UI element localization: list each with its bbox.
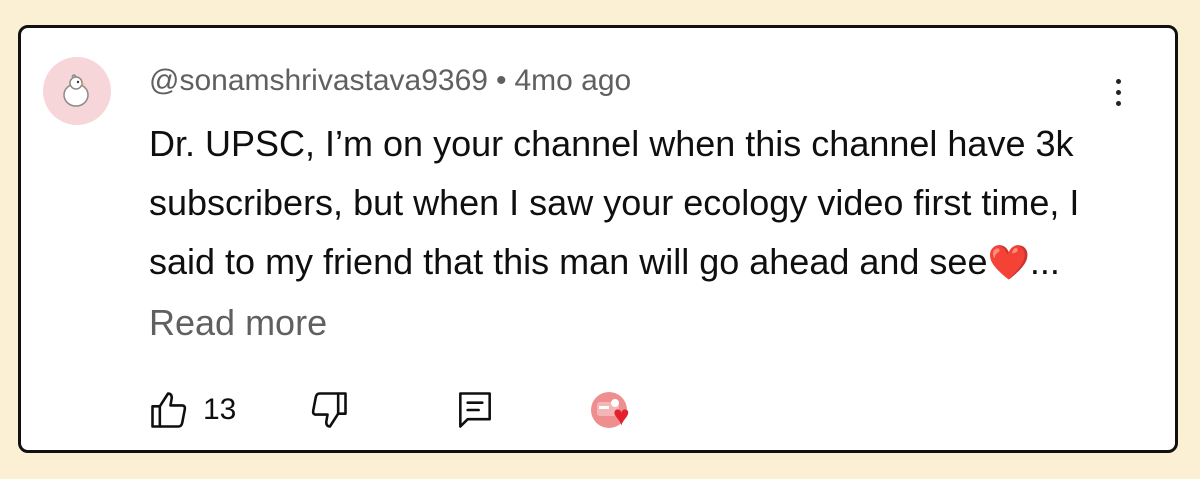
- creator-heart-badge: ♥: [591, 388, 635, 432]
- comment-header: @sonamshrivastava9369 • 4mo ago: [149, 64, 631, 98]
- chick-avatar-icon: [63, 74, 89, 107]
- creator-heart-icon: ♥: [613, 400, 630, 431]
- ellipsis: ...: [1029, 241, 1060, 282]
- more-vertical-icon[interactable]: [1103, 72, 1133, 112]
- comment-timestamp[interactable]: 4mo ago: [514, 64, 631, 97]
- dislike-button[interactable]: [307, 388, 351, 432]
- comment-card: @sonamshrivastava9369 • 4mo ago Dr. UPSC, …: [18, 25, 1178, 453]
- reply-button[interactable]: [453, 388, 497, 432]
- author-avatar[interactable]: [43, 57, 111, 125]
- comment-reply-icon: [459, 392, 491, 428]
- heart-emoji: ❤️: [987, 244, 1030, 282]
- thumbs-up-icon: [151, 392, 187, 428]
- comment-body: Dr. UPSC, I’m on your channel when this …: [149, 123, 1080, 282]
- like-count: 13: [203, 393, 237, 426]
- thumbs-down-icon: [311, 392, 347, 428]
- header-separator: •: [495, 64, 507, 97]
- like-button[interactable]: 13: [147, 388, 236, 432]
- comment-text: Dr. UPSC, I’m on your channel when this …: [149, 114, 1139, 352]
- author-handle[interactable]: @sonamshrivastava9369: [149, 64, 488, 97]
- read-more-link[interactable]: Read more: [149, 302, 327, 343]
